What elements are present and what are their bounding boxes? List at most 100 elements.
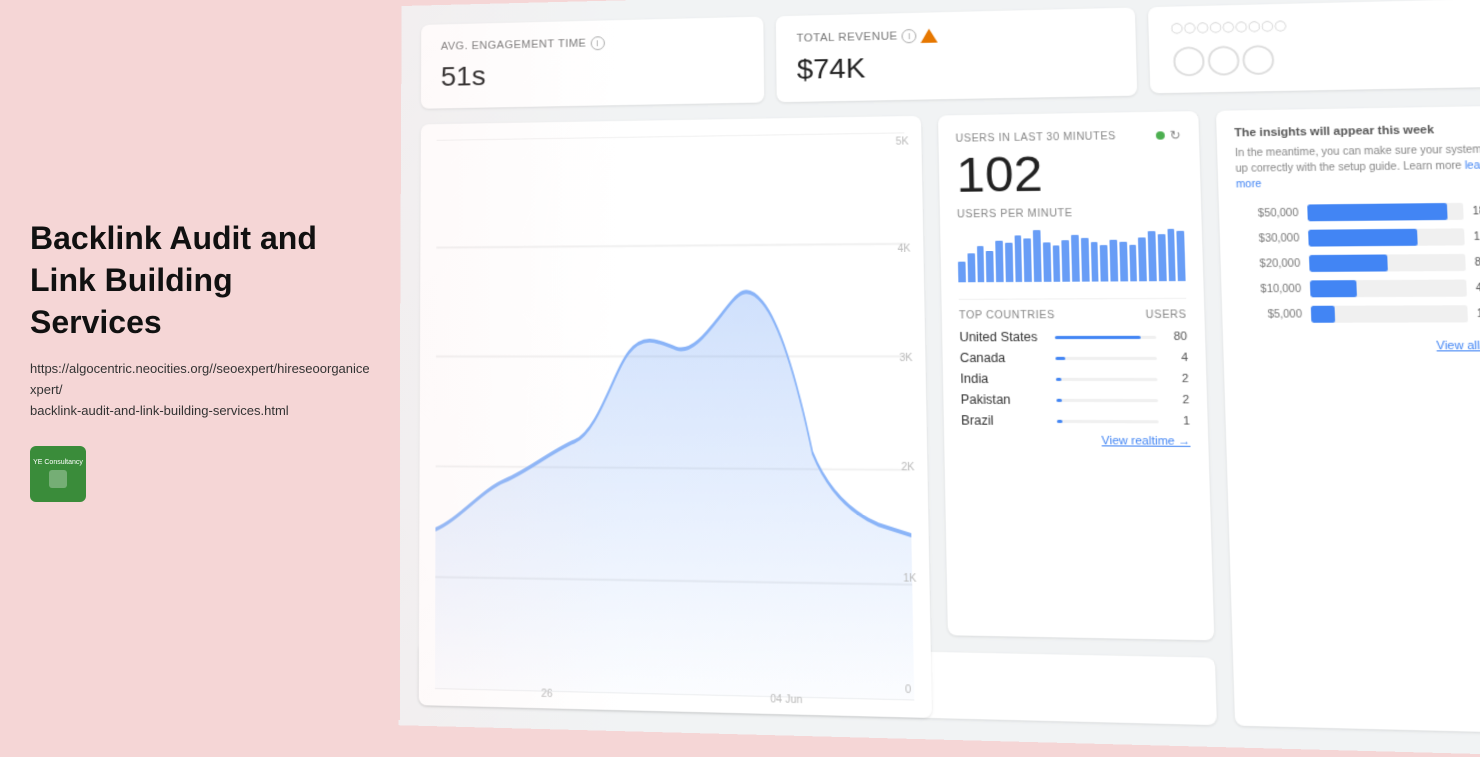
y-label-5k: 5K [896,136,909,147]
realtime-header: USERS IN LAST 30 MINUTES ↻ [955,128,1181,146]
hbar-fill [1307,203,1448,221]
hbar-row: $5,000 1,100 [1240,305,1480,323]
right-insights-card: The insights will appear this week In th… [1216,105,1480,733]
country-name: United States [959,330,1046,345]
realtime-dot [1156,131,1165,139]
hbar-fill [1309,254,1387,271]
country-bar-track [1057,419,1159,423]
country-row: India 2 [960,371,1189,386]
placeholder-value: ◯◯◯ [1171,35,1480,76]
engagement-value: 51s [441,55,743,93]
country-name: India [960,371,1047,386]
hbar-value: 4,200 [1476,282,1480,294]
hbar-row: $20,000 8,500 [1238,254,1480,273]
view-all-link[interactable]: View all data → [1241,339,1480,352]
line-chart-svg [435,132,914,700]
hbar-track [1310,280,1467,298]
placeholder-metric-card: ◯◯◯◯◯◯◯◯◯ ◯◯◯ [1148,0,1480,93]
hbar-track [1311,305,1468,323]
country-bar-fill [1055,335,1141,338]
y-label-1k: 1K [903,573,916,585]
hbar-row: $10,000 4,200 [1239,279,1480,297]
countries-list: United States 80 Canada 4 India 2 Pakist… [959,329,1190,428]
revenue-label: Total revenue i [796,24,1114,45]
hbar-label: $5,000 [1240,308,1302,320]
realtime-refresh-icon[interactable]: ↻ [1169,128,1181,143]
dashboard-content: Avg. engagement time i 51s Total revenue… [398,0,1480,757]
hbar-value: 18,000 [1472,205,1480,217]
country-bar-track [1056,398,1158,401]
country-row: Pakistan 2 [961,392,1190,407]
logo-text: YE Consultancy [33,459,83,467]
dashboard-panel: Avg. engagement time i 51s Total revenue… [398,0,1480,757]
country-bar-track [1055,335,1156,338]
logo-icon [49,470,67,488]
revenue-metric-card: Total revenue i $74K [775,8,1137,103]
view-realtime-link[interactable]: View realtime → [961,434,1190,448]
mini-bar-item [1062,240,1070,282]
hbar-row: $30,000 12,000 [1237,228,1480,247]
mini-bar-item [1081,238,1089,282]
mini-bar-item [976,246,984,282]
logo-badge[interactable]: YE Consultancy [30,446,86,502]
mini-bar-item [1157,234,1166,281]
country-row: Canada 4 [960,350,1188,365]
mini-bar-item [1033,230,1042,282]
mini-bar-item [1129,245,1137,282]
y-label-2k: 2K [901,462,914,474]
country-bar-fill [1056,398,1061,401]
horizontal-bar-chart: $50,000 18,000 $30,000 12,000 $20,000 8,… [1237,202,1480,323]
mini-bar-item [1100,245,1108,281]
country-bar-fill [1057,419,1062,422]
y-label-3k: 3K [899,353,912,364]
mini-bar-chart [957,229,1185,283]
engagement-info-icon[interactable]: i [590,36,604,50]
mini-bar-item [1005,243,1013,282]
hbar-track [1307,203,1463,221]
revenue-warning-icon [921,28,938,43]
realtime-header-text: USERS IN LAST 30 MINUTES [955,131,1116,145]
country-name: Brazil [961,413,1048,428]
top-countries-section: TOP COUNTRIES USERS United States 80 Can… [959,298,1191,448]
engagement-label: Avg. engagement time i [441,33,743,54]
mini-bar-item [958,262,966,283]
mini-bar-item [1148,231,1157,281]
mini-bar-item [986,251,994,282]
country-value: 2 [1166,373,1189,386]
revenue-info-icon[interactable]: i [902,29,917,43]
x-label-jun: 04 Jun [770,694,802,706]
country-bar-fill [1055,356,1065,359]
mini-bar-item [967,253,975,282]
hbar-fill [1308,229,1417,247]
engagement-metric-card: Avg. engagement time i 51s [421,17,764,109]
left-panel: Backlink Audit and Link Building Service… [0,0,400,720]
mini-bar-item [1138,237,1147,281]
mini-bar-item [1052,245,1060,281]
placeholder-label: ◯◯◯◯◯◯◯◯◯ [1171,15,1480,34]
country-name: Pakistan [961,392,1048,407]
country-row: United States 80 [959,329,1187,344]
page-title: Backlink Audit and Link Building Service… [30,218,370,343]
hbar-row: $50,000 18,000 [1237,202,1480,222]
hbar-label: $30,000 [1238,232,1300,244]
mini-bar-item [1014,235,1022,282]
insights-description: In the meantime, you can make sure your … [1235,142,1480,193]
page-url: https://algocentric.neocities.org//seoex… [30,359,370,421]
country-value: 80 [1165,330,1188,343]
hbar-value: 12,000 [1473,231,1480,243]
hbar-label: $20,000 [1238,258,1300,270]
insights-header: The insights will appear this week [1234,123,1480,140]
country-bar-fill [1056,377,1061,380]
mini-bar-item [1177,231,1186,281]
hbar-fill [1310,280,1357,297]
top-countries-users-label: USERS [1146,309,1187,321]
hbar-value: 1,100 [1477,308,1480,320]
top-countries-label: TOP COUNTRIES [959,310,1055,322]
mini-bar-item [1024,238,1032,282]
country-value: 1 [1167,415,1190,428]
mini-bar-item [1043,242,1051,281]
hbar-track [1308,228,1465,246]
x-label-26: 26 [541,688,553,700]
country-bar-track [1055,356,1156,359]
country-bar-track [1056,377,1157,380]
